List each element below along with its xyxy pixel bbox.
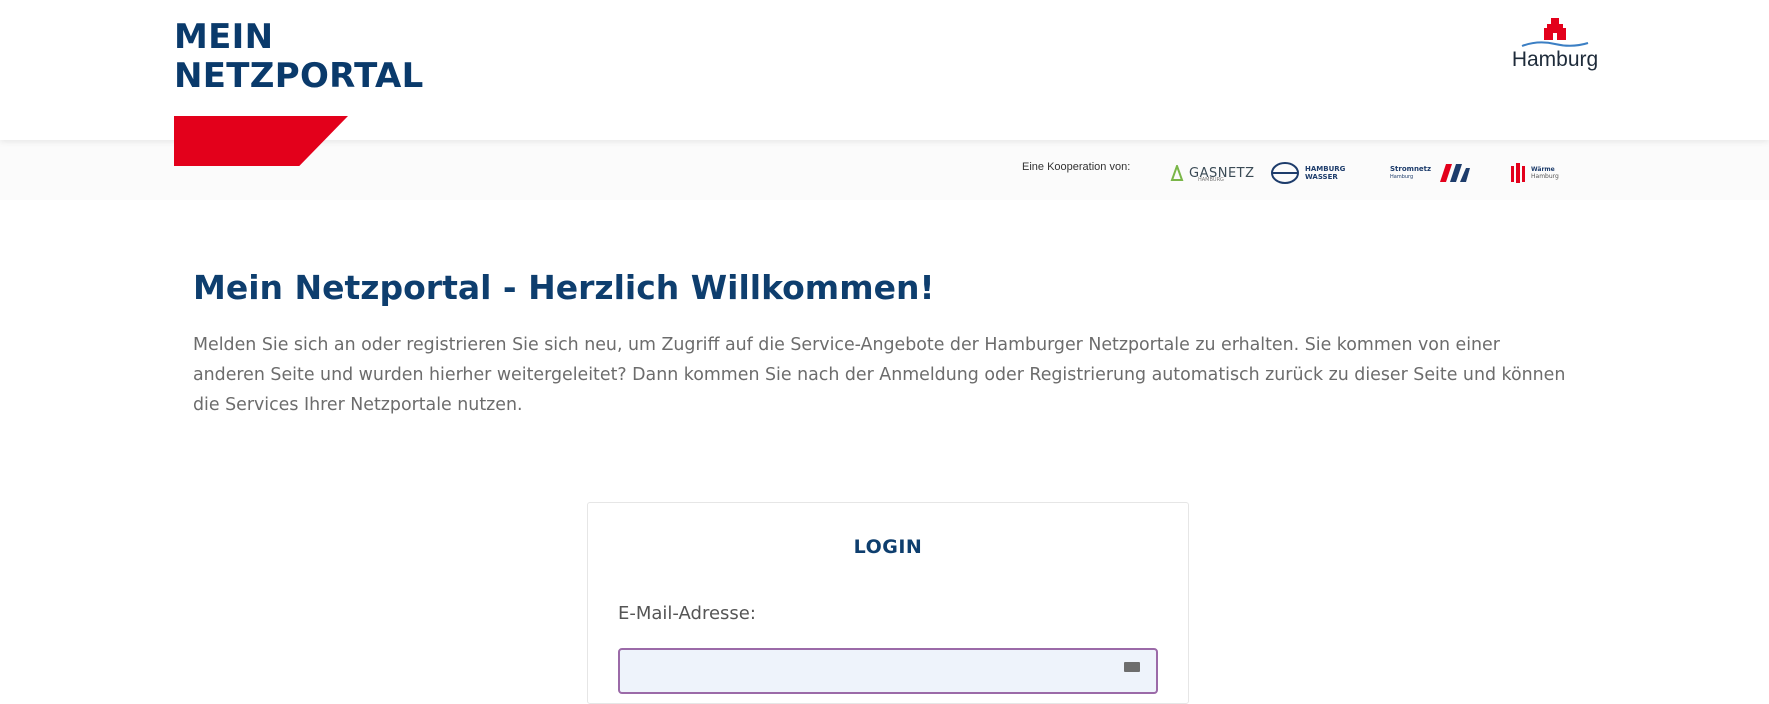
waerme-hamburg-logo-icon [1511,163,1525,183]
partner-strom-sub: Hamburg [1390,174,1414,180]
login-title: LOGIN [853,536,923,558]
brand-title-line1: MEIN [174,17,274,57]
partner-wasser-line1: HAMBURG [1305,165,1346,173]
welcome-title: Mein Netzportal - Herzlich Willkommen! [193,268,935,307]
cooperation-label: Eine Kooperation von: [1022,161,1131,173]
brand-title-line2: NETZPORTAL [174,56,424,96]
partner-waerme-name: Wärme [1531,166,1555,173]
partner-gasnetz-sub: HAMBURG [1198,177,1224,183]
partner-hamburg-wasser[interactable]: HAMBURG WASSER [1270,158,1345,188]
hamburg-wasser-logo-icon [1271,162,1299,184]
portal-logo-link[interactable]: MEIN NETZPORTAL [174,18,424,96]
partner-gasnetz[interactable]: GASNETZ HAMBURG [1170,158,1255,188]
partner-waerme-sub: Hamburg [1531,173,1559,180]
welcome-text: Melden Sie sich an oder registrieren Sie… [193,335,1566,415]
stromnetz-hamburg-logo-icon [1440,164,1471,182]
email-label: E-Mail-Adresse: [618,603,756,624]
login-card: LOGIN E-Mail-Adresse: [587,502,1189,704]
partner-wasser-line2: WASSER [1305,173,1338,181]
gasnetz-hamburg-logo-icon [1170,165,1184,181]
hamburg-castle-icon [1521,18,1589,47]
email-field[interactable] [618,648,1158,694]
hamburg-logo-label: Hamburg [1511,48,1599,71]
partner-strom-name: Stromnetz [1390,165,1432,173]
partner-stromnetz[interactable]: Stromnetz Hamburg [1390,158,1474,188]
hamburg-logo[interactable]: Hamburg [1510,16,1600,78]
password-manager-key-icon[interactable] [1124,662,1140,672]
partner-waerme[interactable]: Wärme Hamburg [1510,158,1559,188]
